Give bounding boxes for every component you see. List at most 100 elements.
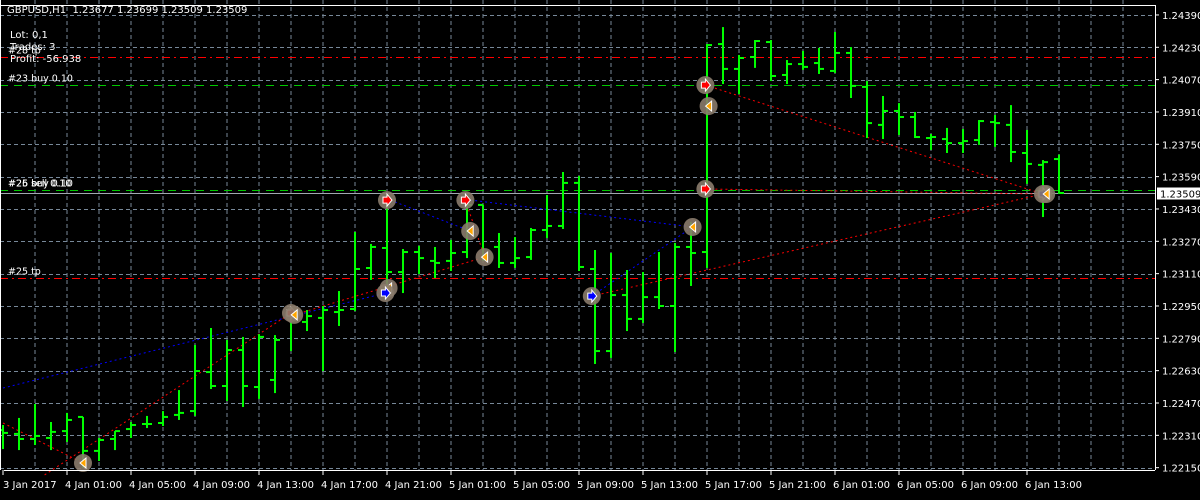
trade-marker-buy bbox=[376, 284, 395, 303]
price-tick-label: 1.23110 bbox=[1162, 270, 1200, 281]
price-tick-label: 1.22150 bbox=[1162, 464, 1200, 475]
trades-info: Trades: 3 bbox=[10, 42, 56, 53]
ohlc-bars bbox=[0, 27, 1064, 469]
ohlc-bar bbox=[974, 120, 984, 145]
chart-title: GBPUSD,H1 1.23677 1.23699 1.23509 1.2350… bbox=[7, 5, 247, 17]
ohlc-bar bbox=[718, 27, 728, 85]
ohlc-bar bbox=[1006, 105, 1016, 163]
trade-markers bbox=[74, 76, 1056, 473]
price-tick-label: 1.22630 bbox=[1162, 367, 1200, 378]
price-tick-label: 1.22790 bbox=[1162, 334, 1200, 345]
ohlc-bar bbox=[814, 47, 824, 74]
price-tick-label: 1.23270 bbox=[1162, 237, 1200, 248]
ohlc-bar bbox=[910, 111, 920, 139]
ohlc-bar bbox=[414, 245, 424, 275]
ohlc-bar bbox=[46, 421, 56, 451]
time-tick-label: 6 Jan 05:00 bbox=[897, 480, 954, 491]
ohlc-bar bbox=[0, 425, 8, 450]
trade-marker-close bbox=[285, 305, 304, 324]
time-tick-label: 5 Jan 05:00 bbox=[513, 480, 570, 491]
ohlc-bar bbox=[846, 47, 856, 99]
ohlc-bar bbox=[1022, 129, 1032, 184]
time-tick-label: 6 Jan 13:00 bbox=[1025, 480, 1082, 491]
ohlc-bar bbox=[190, 344, 200, 416]
price-tick-label: 1.23750 bbox=[1162, 140, 1200, 151]
trade-marker-buy bbox=[582, 287, 601, 306]
profit-info: Profit: -56.938 bbox=[10, 54, 82, 65]
time-tick-label: 5 Jan 01:00 bbox=[449, 480, 506, 491]
ohlc-bar bbox=[30, 404, 40, 446]
time-tick-label: 4 Jan 05:00 bbox=[129, 480, 186, 491]
ohlc-bar bbox=[782, 60, 792, 85]
ohlc-bar bbox=[830, 31, 840, 73]
trade-marker-close bbox=[461, 222, 480, 241]
ohlc-bar bbox=[302, 310, 312, 332]
ohlc-bar bbox=[494, 233, 504, 268]
current-price-label: 1.23509 bbox=[1160, 190, 1200, 201]
ohlc-bar bbox=[638, 272, 648, 323]
price-tick-label: 1.23590 bbox=[1162, 173, 1200, 184]
price-tick-label: 1.23910 bbox=[1162, 108, 1200, 119]
order-line-label: #25 sell 0.10 bbox=[8, 179, 71, 190]
ohlc-bar bbox=[270, 335, 280, 394]
ohlc-bar bbox=[734, 54, 744, 94]
trade-marker-sell bbox=[456, 191, 475, 210]
time-tick-label: 4 Jan 01:00 bbox=[65, 480, 122, 491]
ohlc-bar bbox=[110, 430, 120, 451]
ohlc-bar bbox=[222, 339, 232, 401]
ohlc-bar bbox=[558, 171, 568, 229]
ohlc-bar bbox=[318, 305, 328, 372]
ohlc-bar bbox=[894, 103, 904, 135]
time-tick-label: 3 Jan 2017 bbox=[3, 480, 57, 491]
time-tick-label: 5 Jan 17:00 bbox=[705, 480, 762, 491]
ohlc-bar bbox=[62, 412, 72, 442]
trade-marker-close bbox=[699, 97, 718, 116]
ohlc-bar bbox=[446, 239, 456, 272]
lot-info: Lot: 0,1 bbox=[10, 30, 48, 41]
ohlc-bar bbox=[990, 114, 1000, 147]
order-line-label: #23 buy 0.10 bbox=[8, 74, 73, 85]
price-tick-label: 1.22470 bbox=[1162, 399, 1200, 410]
price-tick-label: 1.24070 bbox=[1162, 76, 1200, 87]
ohlc-bar bbox=[398, 248, 408, 294]
time-tick-label: 5 Jan 21:00 bbox=[769, 480, 826, 491]
ohlc-bar bbox=[334, 291, 344, 326]
price-tick-label: 1.22950 bbox=[1162, 302, 1200, 313]
trade-line-buy bbox=[470, 199, 693, 228]
time-tick-label: 4 Jan 21:00 bbox=[385, 480, 442, 491]
order-line-label: #25 tp bbox=[8, 267, 41, 278]
ohlc-bar bbox=[1054, 154, 1064, 195]
price-tick-label: 1.24230 bbox=[1162, 43, 1200, 54]
trade-marker-close bbox=[683, 217, 702, 236]
price-tick-label: 1.23430 bbox=[1162, 205, 1200, 216]
price-tick-label: 1.24390 bbox=[1162, 11, 1200, 22]
ohlc-bar bbox=[14, 417, 24, 451]
ohlc-bar bbox=[254, 334, 264, 399]
ohlc-bar bbox=[606, 253, 616, 358]
ohlc-bar bbox=[526, 227, 536, 260]
chart-grid bbox=[0, 0, 1155, 470]
time-tick-label: 6 Jan 01:00 bbox=[833, 480, 890, 491]
ohlc-bar bbox=[862, 81, 872, 139]
ohlc-bar bbox=[750, 40, 760, 68]
ohlc-bar bbox=[958, 128, 968, 153]
trade-lines bbox=[2, 84, 1044, 476]
ohlc-bar bbox=[670, 242, 680, 353]
time-tick-label: 4 Jan 17:00 bbox=[321, 480, 378, 491]
trade-marker-close bbox=[475, 248, 494, 267]
price-chart[interactable]: #28 tp#23 buy 0.10#26 buy 0.10#25 sell 0… bbox=[0, 0, 1200, 500]
ohlc-bar bbox=[878, 95, 888, 140]
price-tick-label: 1.22310 bbox=[1162, 431, 1200, 442]
ohlc-bar bbox=[174, 390, 184, 420]
symbol-label: GBPUSD,H1 bbox=[7, 5, 67, 16]
time-tick-label: 4 Jan 13:00 bbox=[257, 480, 314, 491]
trade-marker-close bbox=[1037, 185, 1056, 204]
time-tick-label: 6 Jan 09:00 bbox=[961, 480, 1018, 491]
trade-line-sell bbox=[44, 312, 292, 476]
trade-marker-sell bbox=[378, 191, 396, 210]
ohlc-bar bbox=[942, 127, 952, 153]
ohlc-bar bbox=[430, 246, 440, 279]
ohlc-bar bbox=[926, 133, 936, 150]
ohlc-bar bbox=[142, 415, 152, 429]
time-tick-label: 5 Jan 09:00 bbox=[577, 480, 634, 491]
